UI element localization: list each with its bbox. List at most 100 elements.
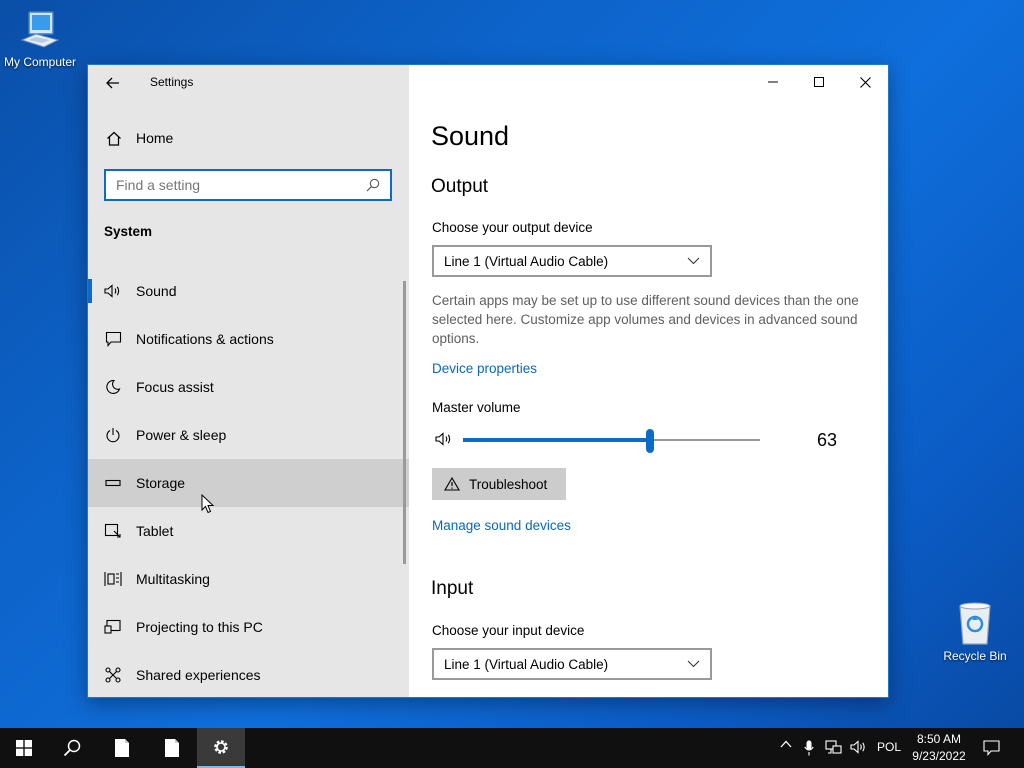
section-title: System [104,224,153,239]
sidebar-item-multitasking[interactable]: Multitasking [88,555,409,603]
content-pane: Sound Output Choose your output device L… [409,65,888,697]
sidebar-item-power-sleep[interactable]: Power & sleep [88,411,409,459]
network-icon[interactable] [825,740,842,756]
language-indicator[interactable]: POL [877,740,901,754]
computer-icon [20,11,60,48]
sidebar-item-tablet[interactable]: Tablet [88,507,409,555]
chevron-up-icon[interactable] [780,740,792,748]
back-button[interactable] [98,71,128,95]
mouse-cursor-icon [201,494,215,514]
sidebar-nav-list: Sound Notifications & actions Focus assi… [88,267,409,697]
document-icon [115,739,129,757]
chevron-down-icon [687,257,700,265]
sidebar-item-label: Projecting to this PC [136,619,263,635]
sidebar-item-label: Shared experiences [136,667,261,683]
my-computer-desktop-icon[interactable]: My Computer [0,8,80,69]
warning-icon [444,477,460,491]
tablet-icon [104,523,122,539]
sidebar-item-projecting[interactable]: Projecting to this PC [88,603,409,651]
clock-time: 8:50 AM [916,732,962,746]
close-icon [859,76,871,88]
recycle-bin-label: Recycle Bin [943,649,1007,663]
sidebar: Settings Home System Sound [88,65,409,697]
output-device-label: Choose your output device [432,220,593,235]
output-description: Certain apps may be set up to use differ… [432,293,859,346]
my-computer-label: My Computer [3,55,77,69]
window-controls [750,65,888,99]
sidebar-item-label: Sound [136,283,177,299]
troubleshoot-button[interactable]: Troubleshoot [432,468,566,500]
sidebar-item-focus-assist[interactable]: Focus assist [88,363,409,411]
taskbar: POL 8:50 AM 9/23/2022 [0,728,1024,768]
sidebar-item-label: Power & sleep [136,427,227,443]
recycle-bin-icon [959,602,991,645]
close-button[interactable] [842,65,888,99]
start-button[interactable] [0,728,48,768]
windows-logo-icon [16,740,32,756]
minimize-button[interactable] [750,65,796,99]
title-bar: Settings [88,65,409,99]
moon-icon [104,379,122,395]
volume-slider-fill [463,438,651,442]
input-heading: Input [431,578,474,599]
output-device-dropdown[interactable]: Line 1 (Virtual Audio Cable) [432,245,712,277]
volume-slider[interactable] [463,429,760,453]
settings-window: Settings Home System Sound [87,64,889,698]
sidebar-item-label: Notifications & actions [136,331,274,347]
sidebar-item-shared-experiences[interactable]: Shared experiences [88,651,409,697]
speaker-icon[interactable] [435,432,453,446]
chevron-down-icon [687,660,700,668]
search-box[interactable] [104,169,392,201]
speaker-icon [104,284,122,298]
sidebar-item-label: Focus assist [136,379,214,395]
maximize-button[interactable] [796,65,842,99]
search-icon[interactable] [366,178,380,192]
sidebar-scrollbar[interactable] [403,281,406,564]
shared-experiences-icon [104,667,122,683]
taskbar-app-settings[interactable] [197,728,245,768]
sidebar-item-notifications[interactable]: Notifications & actions [88,315,409,363]
home-label: Home [136,130,174,146]
master-volume-label: Master volume [432,400,521,415]
sidebar-item-storage[interactable]: Storage [88,459,409,507]
window-title: Settings [150,75,194,89]
clock-date: 9/23/2022 [912,749,966,763]
input-device-dropdown[interactable]: Line 1 (Virtual Audio Cable) [432,648,712,680]
sidebar-item-label: Storage [136,475,186,491]
page-title: Sound [431,121,510,151]
input-device-label: Choose your input device [432,623,585,638]
sidebar-item-label: Multitasking [136,571,210,587]
back-arrow-icon [106,77,119,89]
device-properties-link[interactable]: Device properties [432,361,537,376]
search-input[interactable] [116,177,366,193]
sidebar-item-label: Tablet [136,523,174,539]
storage-icon [104,479,122,487]
taskbar-app-document-2[interactable] [148,728,196,768]
document-icon [165,739,179,757]
projecting-icon [104,619,122,635]
clock[interactable]: 8:50 AM 9/23/2022 [908,731,970,765]
output-device-value: Line 1 (Virtual Audio Cable) [444,253,609,269]
output-heading: Output [431,176,489,197]
home-icon [106,131,122,146]
volume-tray-icon[interactable] [850,740,867,754]
maximize-icon [814,77,824,87]
gear-icon [214,740,228,754]
action-center-icon[interactable] [983,740,1000,756]
taskbar-search-button[interactable] [48,728,96,768]
sidebar-item-sound[interactable]: Sound [88,267,409,315]
power-icon [104,427,122,443]
search-icon [63,739,81,757]
home-nav-item[interactable]: Home [88,123,409,153]
notification-icon [104,331,122,347]
volume-value: 63 [817,430,838,450]
troubleshoot-label: Troubleshoot [469,476,548,492]
multitasking-icon [104,571,122,587]
taskbar-app-document-1[interactable] [98,728,146,768]
minimize-icon [768,81,778,83]
recycle-bin-desktop-icon[interactable]: Recycle Bin [935,600,1015,663]
microphone-icon[interactable] [804,740,814,756]
manage-sound-devices-link[interactable]: Manage sound devices [432,518,571,533]
volume-slider-thumb[interactable] [646,429,655,453]
volume-control: 63 [432,427,852,455]
